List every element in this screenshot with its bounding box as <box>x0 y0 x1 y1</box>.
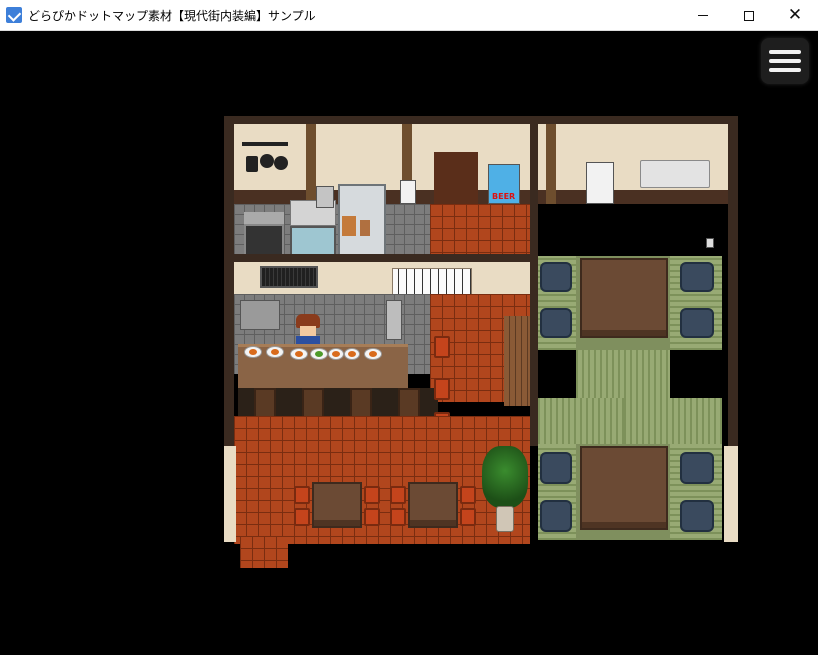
fridge-magnet-note <box>360 220 370 236</box>
dining-table <box>312 482 362 528</box>
red-chair <box>294 486 310 504</box>
floor-cushion <box>540 452 572 484</box>
dining-table <box>408 482 458 528</box>
floor-cushion <box>540 500 572 532</box>
food-item <box>369 351 377 357</box>
close-icon: ✕ <box>788 7 802 24</box>
calendar <box>400 180 416 204</box>
divider-wall <box>234 254 530 262</box>
tatami-mat <box>576 350 670 398</box>
red-chair <box>460 486 476 504</box>
entrance-floor <box>240 536 288 568</box>
low-table <box>580 258 668 338</box>
staircase <box>504 316 530 406</box>
food-item <box>315 351 323 357</box>
left-entrance-wall <box>224 446 236 542</box>
chef-character-face[interactable] <box>300 326 316 336</box>
kitchen-shelf <box>386 300 402 340</box>
ladle-icon <box>246 156 258 172</box>
pan-rack <box>242 142 288 146</box>
hamburger-menu-icon-bar <box>769 68 801 72</box>
sink <box>240 300 280 330</box>
floor-cushion <box>540 308 572 338</box>
outer-wall-top <box>224 116 738 124</box>
menu-button[interactable] <box>761 38 809 84</box>
divider-wall-vertical <box>530 124 538 446</box>
kitchen-doorway <box>434 152 478 204</box>
tatami-room-wainscot <box>538 190 728 204</box>
maximize-button[interactable] <box>726 0 772 31</box>
window-titlebar: どらぴかドットマップ素材【現代街内装編】サンプル ✕ <box>0 0 818 31</box>
red-chair <box>390 486 406 504</box>
outer-wall-right <box>728 116 738 446</box>
pan-icon <box>260 154 274 168</box>
menu-board <box>392 268 472 296</box>
food-item <box>249 349 257 355</box>
plant-pot <box>496 506 514 532</box>
food-item <box>295 351 303 357</box>
app-icon <box>6 7 22 23</box>
floor-cushion <box>680 452 714 484</box>
coffee-machine <box>316 186 334 208</box>
tatami-mat <box>538 398 624 444</box>
window-controls: ✕ <box>680 0 818 31</box>
low-table <box>580 446 668 530</box>
wall-beam <box>306 124 316 204</box>
red-chair <box>364 508 380 526</box>
floor-cushion <box>540 262 572 292</box>
pan-icon <box>274 156 288 170</box>
red-chair <box>390 508 406 526</box>
outer-wall-left <box>224 116 234 446</box>
minimize-icon <box>698 15 708 16</box>
right-wall-edge <box>724 446 738 542</box>
fridge-magnet-note <box>342 216 356 236</box>
floor-cushion <box>680 500 714 532</box>
menu-poster <box>586 162 614 204</box>
game-canvas[interactable]: BEER <box>0 32 818 655</box>
tatami-mat <box>624 398 722 444</box>
beer-poster: BEER <box>488 164 520 204</box>
potted-plant <box>482 446 528 508</box>
kitchen-doorway-floor <box>430 204 530 254</box>
poster-text: BEER <box>492 192 515 201</box>
wall-beam <box>546 124 556 204</box>
light-switch <box>706 238 714 248</box>
red-chair <box>434 336 450 358</box>
hamburger-menu-icon-bar <box>769 59 801 63</box>
range-hood-vent <box>260 266 318 288</box>
floor-cushion <box>680 262 714 292</box>
restaurant-map: BEER <box>224 116 738 540</box>
maximize-icon <box>744 11 754 21</box>
stove-hood <box>244 212 284 224</box>
air-conditioner <box>640 160 710 188</box>
red-chair <box>460 508 476 526</box>
food-item <box>271 349 279 355</box>
red-chair <box>364 486 380 504</box>
close-button[interactable]: ✕ <box>772 0 818 31</box>
floor-cushion <box>680 308 714 338</box>
red-chair <box>294 508 310 526</box>
window-title: どらぴかドットマップ素材【現代街内装編】サンプル <box>28 7 316 24</box>
minimize-button[interactable] <box>680 0 726 31</box>
food-item <box>348 351 356 357</box>
food-item <box>332 351 340 357</box>
red-chair <box>434 378 450 400</box>
hamburger-menu-icon <box>769 50 801 54</box>
